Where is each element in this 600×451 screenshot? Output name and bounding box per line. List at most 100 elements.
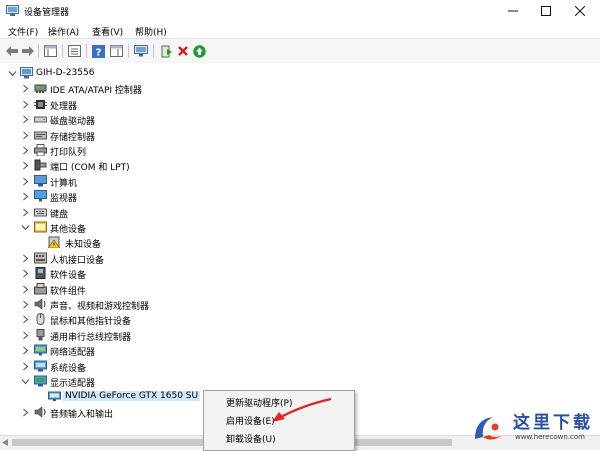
chevron-right-icon[interactable] — [21, 269, 30, 278]
scan-hardware-button[interactable] — [133, 44, 148, 58]
scan-hardware-icon — [133, 45, 148, 57]
action-pane-button[interactable] — [109, 44, 124, 58]
toolbar-separator — [86, 44, 87, 58]
maximize-icon — [541, 6, 551, 16]
toolbar-separator — [153, 44, 154, 58]
tree-category-node[interactable]: 软件组件 — [0, 282, 600, 297]
tree-node-label: 未知设备 — [65, 240, 102, 251]
tree-category-node[interactable]: 计算机 — [0, 174, 600, 189]
properties-button[interactable] — [67, 44, 82, 58]
console-tree-icon — [44, 45, 57, 57]
chevron-right-icon[interactable] — [21, 161, 30, 170]
window-title: 设备管理器 — [24, 8, 70, 18]
menu-help[interactable]: 帮助(H) — [135, 25, 167, 38]
menu-action[interactable]: 操作(A) — [48, 25, 79, 38]
tree-category-node[interactable]: 磁盘驱动器 — [0, 112, 600, 127]
tree-node-label: 软件设备 — [50, 271, 87, 282]
tree-node-label: 声音、视频和游戏控制器 — [50, 302, 150, 312]
chevron-right-icon[interactable] — [21, 254, 30, 263]
chevron-down-icon[interactable] — [8, 69, 17, 78]
tree-node-label: 打印队列 — [50, 148, 87, 158]
tree-category-node[interactable]: 网络适配器 — [0, 343, 600, 358]
system-device-icon — [34, 360, 47, 372]
uninstall-button[interactable] — [175, 44, 190, 58]
chevron-right-icon[interactable] — [21, 100, 30, 109]
tree-node-label: 磁盘驱动器 — [50, 117, 96, 128]
chevron-right-icon[interactable] — [21, 300, 30, 309]
minimize-icon — [508, 10, 518, 12]
chevron-right-icon[interactable] — [21, 331, 30, 340]
svg-text:?: ? — [96, 47, 102, 58]
tree-node-label: 端口 (COM 和 LPT) — [50, 163, 130, 174]
tree-category-node[interactable]: 人机接口设备 — [0, 251, 600, 266]
scroll-left-icon[interactable] — [2, 439, 8, 446]
tree-category-node[interactable]: 处理器 — [0, 97, 600, 112]
help-icon: ? — [92, 44, 105, 58]
maximize-button[interactable] — [529, 0, 563, 22]
chevron-right-icon[interactable] — [21, 131, 30, 140]
chevron-right-icon[interactable] — [21, 208, 30, 217]
tree-category-node[interactable]: 声音、视频和游戏控制器 — [0, 297, 600, 312]
port-icon — [34, 159, 47, 171]
tree-root-node[interactable]: GIH-D-23556 — [0, 66, 600, 81]
tree-node-label: 显示适配器 — [50, 379, 96, 389]
properties-icon — [68, 45, 81, 57]
chevron-right-icon[interactable] — [21, 84, 30, 93]
tree-category-node[interactable]: 其他设备 — [0, 220, 600, 235]
tree-node-label: 音频输入和输出 — [50, 409, 114, 420]
update-driver-button[interactable] — [159, 44, 174, 58]
tree-category-node[interactable]: 端口 (COM 和 LPT) — [0, 158, 600, 173]
chevron-right-icon[interactable] — [21, 346, 30, 355]
display-adapter-icon — [34, 375, 47, 387]
toolbar-separator — [38, 44, 39, 58]
close-button[interactable] — [563, 0, 597, 22]
tree-node-label: IDE ATA/ATAPI 控制器 — [50, 86, 142, 97]
device-tree[interactable]: GIH-D-23556 IDE ATA/ATAPI 控制器 处理器磁盘驱动器 存储控制… — [0, 63, 600, 435]
tree-category-node[interactable]: 通用串行总线控制器 — [0, 328, 600, 343]
computer-root-icon — [20, 67, 33, 79]
menu-view[interactable]: 查看(V) — [92, 25, 123, 38]
network-adapter-icon — [34, 344, 47, 356]
enable-device-button[interactable] — [192, 44, 207, 58]
forward-button[interactable] — [20, 44, 35, 58]
minimize-button[interactable] — [496, 0, 530, 22]
tree-category-node[interactable]: 软件设备 — [0, 266, 600, 281]
tree-category-node[interactable]: 显示适配器 — [0, 374, 600, 389]
mouse-icon — [36, 313, 45, 326]
tree-category-node[interactable]: IDE ATA/ATAPI 控制器 — [0, 81, 600, 96]
tree-device-node[interactable]: 未知设备 — [0, 235, 600, 250]
menu-uninstall-device[interactable]: 卸载设备(U) — [226, 432, 276, 445]
toolbar: ? — [0, 38, 600, 64]
tree-category-node[interactable]: 系统设备 — [0, 359, 600, 374]
chevron-right-icon[interactable] — [21, 146, 30, 155]
keyboard-icon — [34, 208, 47, 217]
enable-arrow-icon — [193, 44, 206, 58]
chevron-right-icon[interactable] — [21, 177, 30, 186]
toolbar-separator — [62, 44, 63, 58]
tree-node-label: 计算机 — [50, 178, 78, 189]
printer-icon — [34, 144, 47, 156]
help-button[interactable]: ? — [91, 44, 106, 58]
chevron-down-icon[interactable] — [21, 377, 30, 386]
toolbar-separator — [128, 44, 129, 58]
tree-category-node[interactable]: 键盘 — [0, 205, 600, 220]
chevron-right-icon[interactable] — [21, 192, 30, 201]
chevron-right-icon[interactable] — [21, 115, 30, 124]
ide-controller-icon — [34, 84, 47, 94]
chevron-right-icon[interactable] — [21, 408, 30, 417]
chevron-right-icon[interactable] — [21, 362, 30, 371]
show-hide-tree-button[interactable] — [43, 44, 58, 58]
back-button[interactable] — [4, 44, 19, 58]
chevron-right-icon[interactable] — [21, 285, 30, 294]
action-pane-icon — [110, 45, 123, 57]
other-devices-icon — [34, 221, 47, 233]
tree-category-node[interactable]: 存储控制器 — [0, 128, 600, 143]
tree-category-node[interactable]: 监视器 — [0, 189, 600, 204]
chevron-down-icon[interactable] — [21, 223, 30, 232]
tree-node-label: 键盘 — [50, 209, 69, 220]
menu-file[interactable]: 文件(F) — [8, 25, 38, 38]
chevron-right-icon[interactable] — [21, 315, 30, 324]
processor-icon — [34, 99, 47, 109]
tree-category-node[interactable]: 打印队列 — [0, 143, 600, 158]
tree-category-node[interactable]: 鼠标和其他指针设备 — [0, 312, 600, 327]
